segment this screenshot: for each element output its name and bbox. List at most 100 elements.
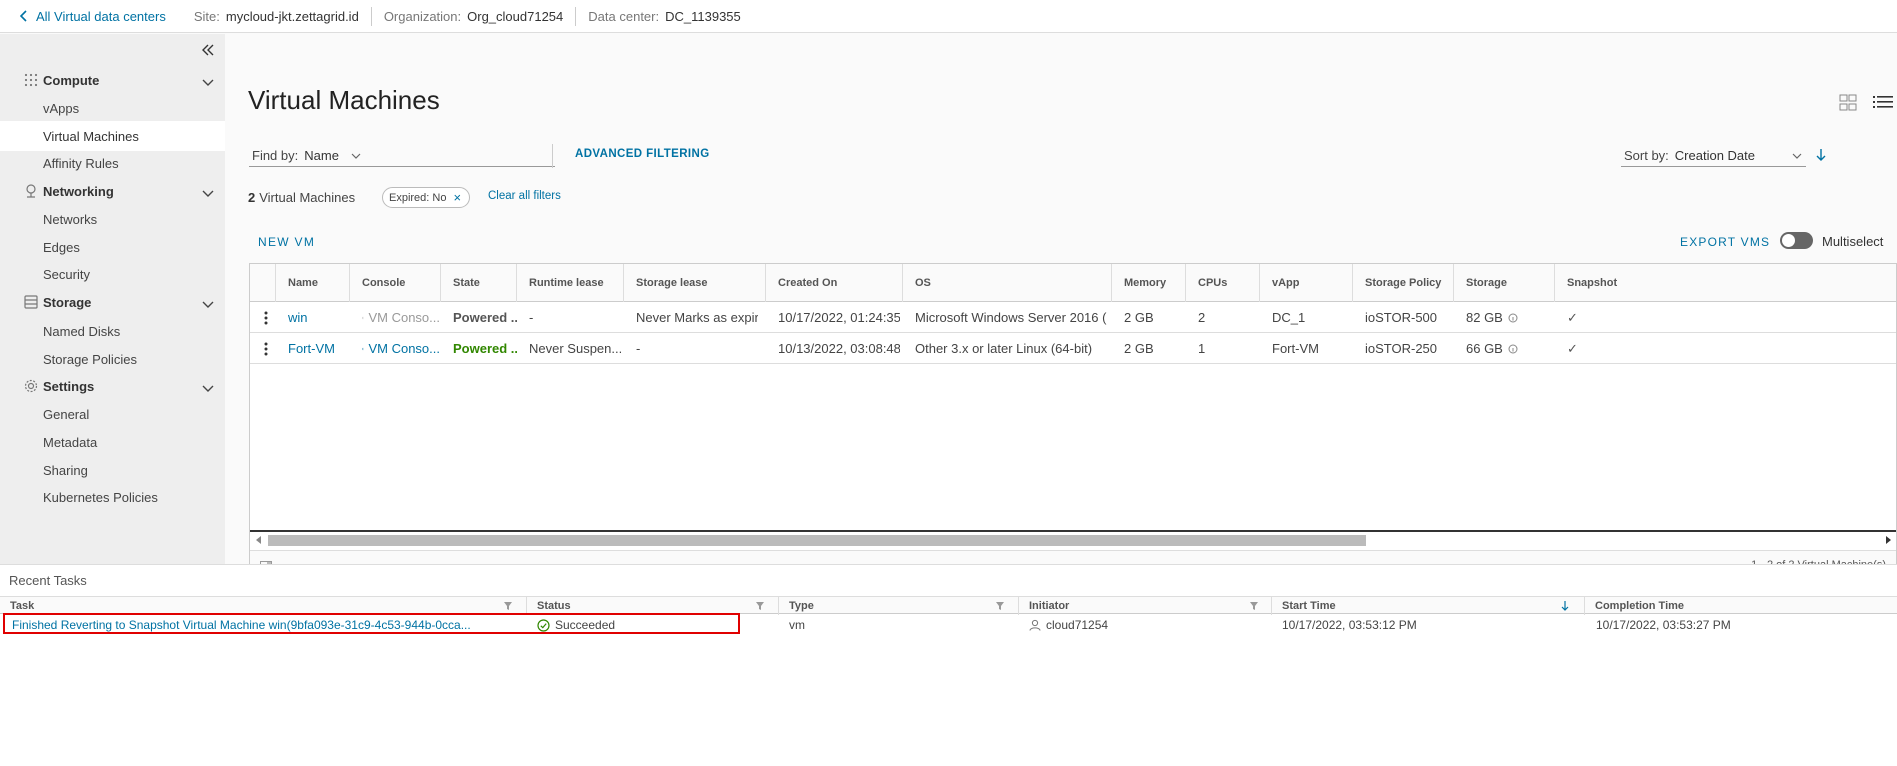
vm-console-link[interactable]: VM Conso...: [362, 302, 440, 333]
sidebar-item-sharing[interactable]: Sharing: [0, 455, 225, 485]
sidebar-item-storage-policies[interactable]: Storage Policies: [0, 344, 225, 374]
runtime-lease-text: Never Suspen...: [529, 341, 621, 356]
column-header-storage[interactable]: Storage: [1453, 264, 1554, 302]
task-completion-time: 10/17/2022, 03:53:27 PM: [1596, 618, 1731, 632]
column-header-completion-time[interactable]: Completion Time: [1584, 597, 1897, 615]
dc-key: Data center:: [588, 8, 660, 24]
column-header-vapp[interactable]: vApp: [1259, 264, 1352, 302]
sidebar-item-networks[interactable]: Networks: [0, 204, 225, 234]
scroll-right-icon[interactable]: [1884, 535, 1892, 545]
sidebar-item-security[interactable]: Security: [0, 259, 225, 289]
column-header-type[interactable]: Type: [778, 597, 1018, 615]
find-by-value: Name: [304, 148, 339, 163]
sidebar-item-edges[interactable]: Edges: [0, 232, 225, 262]
chevron-down-icon[interactable]: [202, 78, 214, 88]
vm-memory: 2 GB: [1124, 341, 1154, 356]
vm-storage-lease: -: [636, 341, 641, 356]
vm-count-number: 2: [248, 190, 256, 205]
task-type: vm: [789, 618, 805, 632]
storage-text: 66 GB: [1466, 341, 1503, 356]
sidebar-item-affinity-rules[interactable]: Affinity Rules: [0, 148, 225, 178]
column-header-memory[interactable]: Memory: [1111, 264, 1185, 302]
sidebar-section-storage[interactable]: Storage: [0, 290, 225, 314]
sidebar-item-vapps[interactable]: vApps: [0, 93, 225, 123]
sidebar-item-general[interactable]: General: [0, 399, 225, 429]
vm-storage: 82 GB: [1466, 302, 1554, 333]
clear-all-filters-link[interactable]: Clear all filters: [488, 190, 561, 202]
vm-name-link[interactable]: Fort-VM: [288, 333, 348, 364]
table-row[interactable]: win VM Conso... Powered ... - Never Mark…: [250, 302, 1896, 333]
scroll-left-icon[interactable]: [255, 535, 263, 545]
filter-icon[interactable]: [1249, 601, 1259, 611]
column-header-storage-policy[interactable]: Storage Policy: [1352, 264, 1453, 302]
advanced-filtering-link[interactable]: ADVANCED FILTERING: [575, 148, 710, 160]
snapshot-check-icon: ✓: [1567, 309, 1578, 325]
remove-filter-icon[interactable]: ×: [453, 190, 461, 205]
view-toggle[interactable]: [1827, 93, 1897, 113]
sidebar-section-label: Settings: [43, 378, 95, 394]
sort-by-select[interactable]: Sort by: Creation Date: [1621, 145, 1806, 167]
column-header-cpus[interactable]: CPUs: [1185, 264, 1259, 302]
vm-state: Powered ...: [453, 310, 517, 325]
gear-icon: [24, 379, 38, 393]
filter-icon[interactable]: [995, 601, 1005, 611]
horizontal-scrollbar[interactable]: [250, 530, 1896, 550]
all-vdcs-link[interactable]: All Virtual data centers: [20, 9, 166, 24]
table-row[interactable]: Fort-VM VM Conso... Powered ... Never Su…: [250, 333, 1896, 364]
chevron-down-icon[interactable]: [202, 384, 214, 394]
info-icon[interactable]: [1508, 313, 1518, 323]
sidebar-section-networking[interactable]: Networking: [0, 179, 225, 203]
column-header-initiator[interactable]: Initiator: [1018, 597, 1271, 615]
row-actions-icon[interactable]: [264, 310, 268, 326]
multiselect-label: Multiselect: [1822, 234, 1884, 249]
toggle-knob: [1782, 234, 1795, 247]
column-header-os[interactable]: OS: [902, 264, 1111, 302]
new-vm-button[interactable]: NEW VM: [258, 235, 315, 249]
scrollbar-thumb[interactable]: [268, 535, 1366, 546]
vm-runtime-lease: Never Suspen...: [529, 333, 621, 364]
tasks-header: Task Status Type Initiator Start Time Co…: [0, 596, 1897, 615]
chevron-down-icon[interactable]: [202, 300, 214, 310]
list-view-icon: [1873, 96, 1893, 108]
all-vdcs-label: All Virtual data centers: [36, 8, 166, 24]
filter-icon[interactable]: [755, 601, 765, 611]
sort-direction-icon[interactable]: [1814, 147, 1828, 163]
filter-icon[interactable]: [503, 601, 513, 611]
column-header-start-time[interactable]: Start Time: [1271, 597, 1584, 615]
column-header-storage-lease[interactable]: Storage lease: [623, 264, 765, 302]
find-by-select[interactable]: Find by: Name: [249, 145, 555, 167]
column-header-created-on[interactable]: Created On: [765, 264, 902, 302]
vm-cpus: 1: [1198, 341, 1206, 356]
vm-cpus: 2: [1198, 310, 1206, 325]
vm-console-link[interactable]: VM Conso...: [362, 333, 440, 364]
column-header-runtime-lease[interactable]: Runtime lease: [516, 264, 623, 302]
sidebar-section-compute[interactable]: Compute: [0, 68, 225, 92]
chevron-down-icon[interactable]: [202, 189, 214, 199]
org-value: Org_cloud71254: [467, 8, 564, 24]
vm-name-link[interactable]: win: [288, 302, 348, 333]
sidebar-item-kubernetes-policies[interactable]: Kubernetes Policies: [0, 482, 225, 512]
vm-os: Microsoft Windows Server 2016 (64-b...: [915, 310, 1107, 325]
column-header-console[interactable]: Console: [349, 264, 440, 302]
column-header-state[interactable]: State: [440, 264, 516, 302]
console-icon: [362, 316, 365, 319]
column-header-snapshot[interactable]: Snapshot: [1554, 264, 1634, 302]
dc-crumb: Data center: DC_1139355: [575, 6, 752, 26]
sort-down-icon[interactable]: [1560, 600, 1570, 612]
sidebar-item-named-disks[interactable]: Named Disks: [0, 316, 225, 346]
sidebar-item-virtual-machines[interactable]: Virtual Machines: [0, 121, 225, 151]
sidebar-item-metadata[interactable]: Metadata: [0, 427, 225, 457]
sidebar-section-label: Networking: [43, 183, 114, 199]
vm-storage-policy: ioSTOR-500: [1365, 310, 1438, 325]
multiselect-toggle[interactable]: [1780, 232, 1813, 249]
datagrid-header: Name Console State Runtime lease Storage…: [250, 264, 1896, 302]
info-icon[interactable]: [1508, 344, 1518, 354]
vm-datagrid: Name Console State Runtime lease Storage…: [249, 263, 1897, 579]
collapse-sidebar-icon[interactable]: [200, 42, 216, 58]
sidebar-section-settings[interactable]: Settings: [0, 374, 225, 398]
column-header-name[interactable]: Name: [275, 264, 349, 302]
row-actions-icon[interactable]: [264, 341, 268, 357]
dc-value: DC_1139355: [665, 8, 741, 24]
vm-created-on: 10/17/2022, 01:24:35 PM: [778, 310, 900, 325]
export-vms-button[interactable]: EXPORT VMS: [1680, 235, 1770, 249]
